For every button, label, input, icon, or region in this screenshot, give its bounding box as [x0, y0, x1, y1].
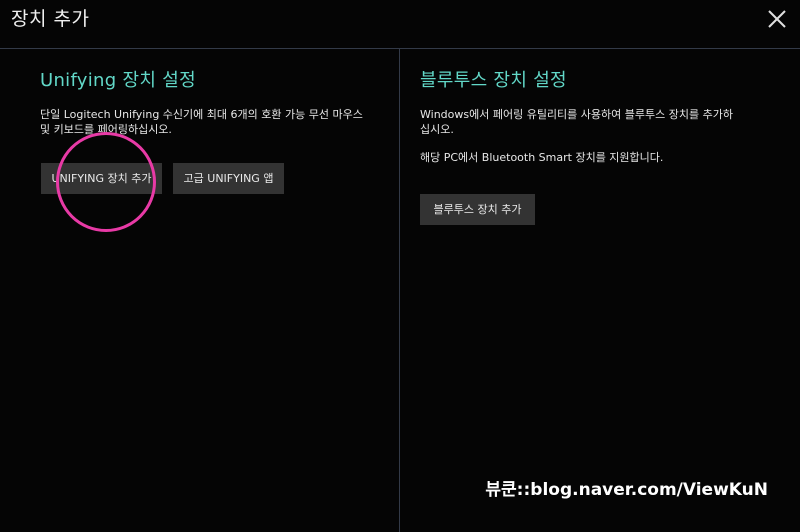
add-bluetooth-device-button[interactable]: 블루투스 장치 추가 — [420, 194, 535, 225]
advanced-unifying-app-button[interactable]: 고급 UNIFYING 앱 — [173, 163, 284, 194]
bluetooth-heading: 블루투스 장치 설정 — [420, 70, 567, 91]
bluetooth-smart-note: 해당 PC에서 Bluetooth Smart 장치를 지원합니다. — [420, 151, 664, 164]
bluetooth-description: Windows에서 페어링 유틸리티를 사용하여 블루투스 장치를 추가하 십시… — [420, 108, 733, 136]
window-title: 장치 추가 — [11, 8, 90, 30]
add-unifying-device-button[interactable]: UNIFYING 장치 추가 — [41, 163, 162, 194]
unifying-panel: Unifying 장치 설정 단일 Logitech Unifying 수신기에… — [0, 49, 399, 532]
title-bar: 장치 추가 — [0, 0, 800, 49]
add-device-window: 장치 추가 Unifying 장치 설정 단일 Logitech Unifyin… — [0, 0, 800, 532]
bluetooth-panel: 블루투스 장치 설정 Windows에서 페어링 유틸리티를 사용하여 블루투스… — [400, 49, 800, 532]
unifying-heading: Unifying 장치 설정 — [40, 70, 196, 91]
unifying-description: 단일 Logitech Unifying 수신기에 최대 6개의 호환 가능 무… — [40, 108, 363, 136]
close-icon[interactable] — [766, 8, 788, 30]
watermark: 뷰쿤::blog.naver.com/ViewKuN — [485, 480, 768, 500]
